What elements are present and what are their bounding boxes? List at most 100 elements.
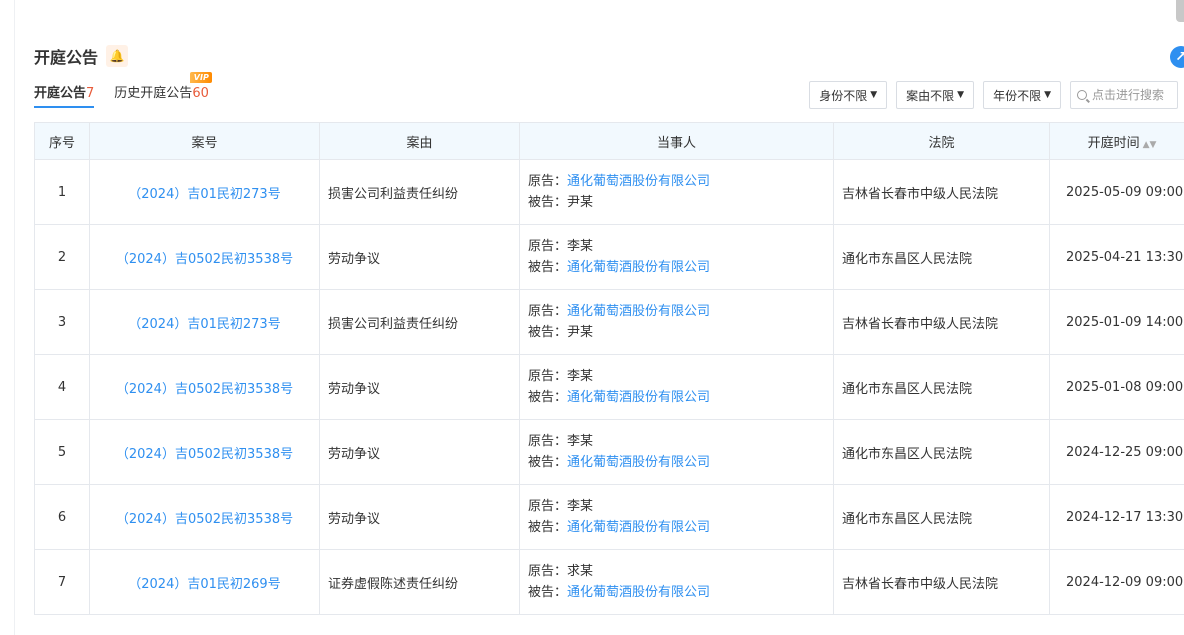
row-number: 4: [34, 354, 90, 420]
tab-label: 开庭公告: [34, 86, 87, 101]
row-number: 6: [34, 484, 90, 550]
plaintiff-name: 李某: [567, 369, 594, 384]
court-name: 吉林省长春市中级人民法院: [833, 549, 1050, 615]
defendant-name[interactable]: 通化葡萄酒股份有限公司: [567, 520, 710, 535]
table-row: 6 （2024）吉0502民初3538号 劳动争议 原告：李某 被告：通化葡萄酒股份有限…: [34, 484, 1184, 550]
section-header: 开庭公告 🔔: [34, 44, 129, 68]
hearing-time: 2024-12-17 13:30: [1049, 484, 1184, 550]
cause-filter[interactable]: 案由不限 ▼: [896, 81, 975, 109]
vip-badge: VIP: [190, 72, 213, 83]
row-number: 5: [34, 419, 90, 485]
court-name: 通化市东昌区人民法院: [833, 419, 1050, 485]
case-number-link[interactable]: （2024）吉0502民初3538号: [116, 382, 293, 397]
search-box[interactable]: [1070, 81, 1178, 109]
table-row: 4 （2024）吉0502民初3538号 劳动争议 原告：李某 被告：通化葡萄酒股份有限…: [34, 354, 1184, 420]
filter-bar: 身份不限 ▼ 案由不限 ▼ 年份不限 ▼: [800, 81, 1178, 109]
plaintiff-label: 原告：: [528, 304, 568, 319]
plaintiff-name[interactable]: 通化葡萄酒股份有限公司: [567, 304, 710, 319]
table-header-row: 序号 案号 案由 当事人 法院 开庭时间 ▲▼: [34, 122, 1184, 160]
tab-count: 60: [192, 86, 209, 101]
defendant-name[interactable]: 通化葡萄酒股份有限公司: [567, 390, 710, 405]
tab-count: 7: [86, 86, 95, 101]
defendant-label: 被告：: [528, 585, 568, 600]
defendant-line: 被告：尹某: [528, 322, 833, 343]
hearing-time: 2025-01-08 09:00: [1049, 354, 1184, 420]
defendant-label: 被告：: [528, 325, 568, 340]
defendant-line: 被告：通化葡萄酒股份有限公司: [528, 387, 833, 408]
table-row: 1 （2024）吉01民初273号 损害公司利益责任纠纷 原告：通化葡萄酒股份有限公司…: [34, 159, 1184, 225]
case-number-link[interactable]: （2024）吉0502民初3538号: [116, 252, 293, 267]
plaintiff-name: 李某: [567, 434, 594, 449]
defendant-name[interactable]: 通化葡萄酒股份有限公司: [567, 455, 710, 470]
plaintiff-line: 原告：求某: [528, 561, 833, 582]
court-name: 通化市东昌区人民法院: [833, 224, 1050, 290]
scrollbar-thumb[interactable]: [1176, 0, 1184, 22]
tab-history-announcements[interactable]: VIP 历史开庭公告60: [114, 72, 213, 108]
filter-label: 案由不限: [906, 88, 955, 103]
tab-bar: 开庭公告7 VIP 历史开庭公告60: [34, 72, 229, 108]
case-number-link[interactable]: （2024）吉01民初269号: [128, 577, 280, 592]
announcements-table: 序号 案号 案由 当事人 法院 开庭时间 ▲▼ 1 （2024）吉01民初273号损…: [34, 122, 1184, 615]
defendant-line: 被告：尹某: [528, 192, 833, 213]
hearing-time: 2024-12-25 09:00: [1049, 419, 1184, 485]
row-number: 1: [34, 159, 90, 225]
plaintiff-line: 原告：李某: [528, 366, 833, 387]
case-cause: 损害公司利益责任纠纷: [319, 289, 520, 355]
plaintiff-name[interactable]: 通化葡萄酒股份有限公司: [567, 174, 710, 189]
app-logo-icon[interactable]: ↗: [1170, 46, 1184, 68]
top-bar: [0, 0, 1184, 30]
defendant-name: 尹某: [567, 195, 594, 210]
plaintiff-label: 原告：: [528, 564, 568, 579]
plaintiff-label: 原告：: [528, 499, 568, 514]
col-header-time[interactable]: 开庭时间 ▲▼: [1049, 122, 1184, 160]
sort-icon[interactable]: ▲▼: [1143, 140, 1157, 150]
case-cause: 证券虚假陈述责任纠纷: [319, 549, 520, 615]
filter-label: 身份不限: [819, 88, 868, 103]
bell-icon[interactable]: 🔔: [106, 45, 129, 67]
tab-court-announcements[interactable]: 开庭公告7: [34, 84, 95, 108]
left-divider: [14, 0, 15, 635]
defendant-label: 被告：: [528, 195, 568, 210]
case-number-link[interactable]: （2024）吉0502民初3538号: [116, 512, 293, 527]
case-cause: 劳动争议: [319, 354, 520, 420]
caret-down-icon: ▼: [957, 90, 965, 100]
case-number-link[interactable]: （2024）吉01民初273号: [128, 317, 280, 332]
plaintiff-name: 求某: [567, 564, 594, 579]
col-header-cause: 案由: [319, 122, 520, 160]
case-number-link[interactable]: （2024）吉01民初273号: [128, 187, 280, 202]
plaintiff-label: 原告：: [528, 369, 568, 384]
identity-filter[interactable]: 身份不限 ▼: [809, 81, 888, 109]
search-icon: [1077, 90, 1087, 100]
hearing-time: 2024-12-09 09:00: [1049, 549, 1184, 615]
defendant-name[interactable]: 通化葡萄酒股份有限公司: [567, 585, 710, 600]
defendant-label: 被告：: [528, 455, 568, 470]
col-header-time-label: 开庭时间: [1087, 135, 1140, 151]
defendant-name[interactable]: 通化葡萄酒股份有限公司: [567, 260, 710, 275]
plaintiff-label: 原告：: [528, 239, 568, 254]
caret-down-icon: ▼: [870, 90, 878, 100]
case-number-link[interactable]: （2024）吉0502民初3538号: [116, 447, 293, 462]
table-row: 5 （2024）吉0502民初3538号 劳动争议 原告：李某 被告：通化葡萄酒股份有限…: [34, 419, 1184, 485]
defendant-label: 被告：: [528, 260, 568, 275]
plaintiff-line: 原告：李某: [528, 431, 833, 452]
defendant-name: 尹某: [567, 325, 594, 340]
col-header-parties: 当事人: [519, 122, 834, 160]
plaintiff-name: 李某: [567, 499, 594, 514]
caret-down-icon: ▼: [1044, 90, 1051, 100]
row-number: 2: [34, 224, 90, 290]
search-input[interactable]: [1092, 88, 1172, 102]
court-name: 通化市东昌区人民法院: [833, 354, 1050, 420]
filter-label: 年份不限: [993, 88, 1042, 103]
defendant-line: 被告：通化葡萄酒股份有限公司: [528, 582, 833, 603]
col-header-case-no: 案号: [89, 122, 320, 160]
row-number: 7: [34, 549, 90, 615]
defendant-line: 被告：通化葡萄酒股份有限公司: [528, 257, 833, 278]
hearing-time: 2025-04-21 13:30: [1049, 224, 1184, 290]
plaintiff-line: 原告：李某: [528, 496, 833, 517]
plaintiff-line: 原告：通化葡萄酒股份有限公司: [528, 171, 833, 192]
plaintiff-name: 李某: [567, 239, 594, 254]
year-filter[interactable]: 年份不限 ▼: [983, 81, 1061, 109]
plaintiff-label: 原告：: [528, 174, 568, 189]
table-row: 3 （2024）吉01民初273号 损害公司利益责任纠纷 原告：通化葡萄酒股份有限公司…: [34, 289, 1184, 355]
plaintiff-line: 原告：李某: [528, 236, 833, 257]
